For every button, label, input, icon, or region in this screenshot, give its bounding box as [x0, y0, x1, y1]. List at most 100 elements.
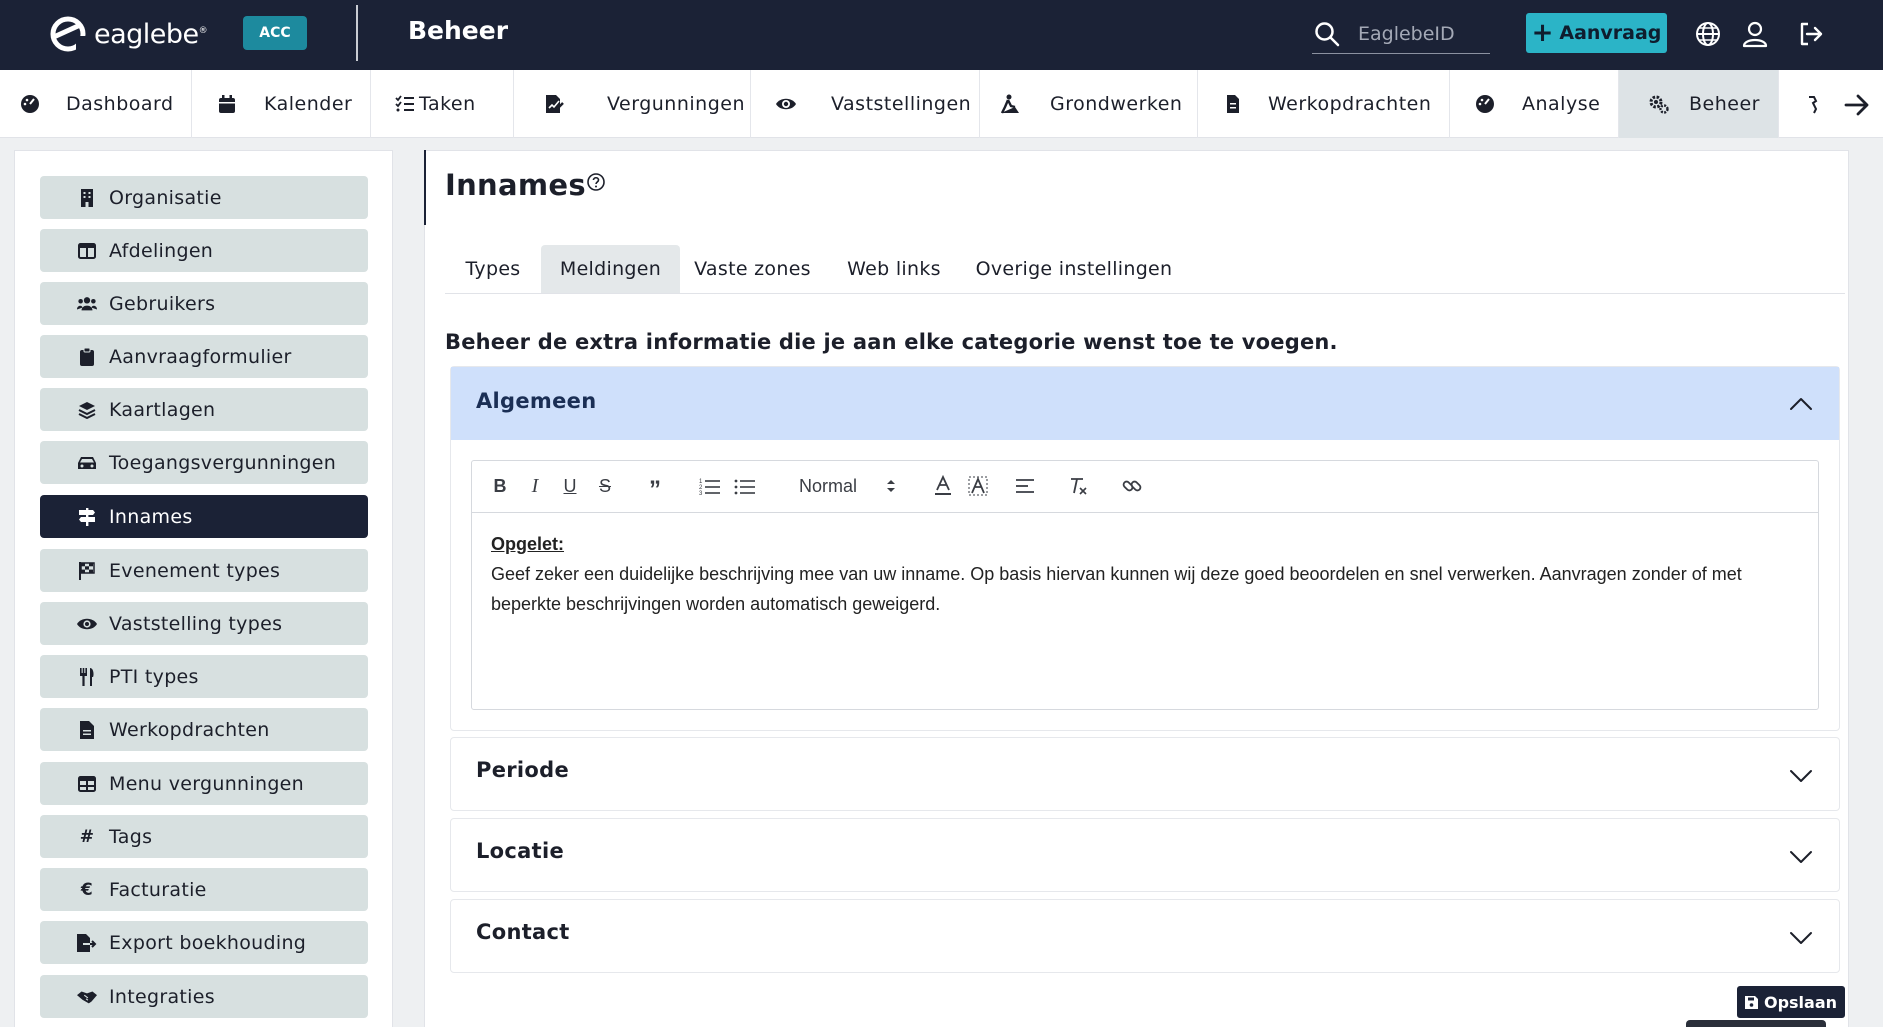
nav-vaststellingen[interactable]: Vaststellingen: [751, 70, 980, 138]
tab-overige-instellingen[interactable]: Overige instellingen: [963, 245, 1185, 293]
sidebar-item-innames[interactable]: Innames: [40, 495, 368, 538]
nav-label: Taken: [419, 93, 476, 115]
sidebar-item-kaartlagen[interactable]: Kaartlagen: [40, 388, 368, 431]
columns-icon: [77, 241, 97, 261]
nav-analyse[interactable]: Analyse: [1450, 70, 1619, 138]
globe-icon[interactable]: [1694, 20, 1722, 48]
sidebar-item-label: Vaststelling types: [109, 612, 283, 635]
eye-icon: [776, 98, 796, 110]
format-select-value: Normal: [799, 475, 858, 496]
handshake-icon: [77, 987, 97, 1007]
sidebar-item-tags[interactable]: # Tags: [40, 815, 368, 858]
environment-badge: ACC: [243, 16, 307, 50]
nav-vergunningen[interactable]: Vergunningen: [514, 70, 751, 138]
search-input[interactable]: EaglebeID: [1312, 14, 1490, 54]
clear-format-button[interactable]: [1065, 473, 1091, 499]
building-icon: [77, 188, 97, 208]
help-icon[interactable]: [586, 172, 606, 192]
sidebar-item-pti-types[interactable]: PTI types: [40, 655, 368, 698]
sidebar-item-label: Menu vergunningen: [109, 772, 305, 795]
accordion-title: Contact: [476, 920, 570, 944]
select-arrows-icon: [887, 480, 895, 492]
sidebar-item-gebruikers[interactable]: Gebruikers: [40, 282, 368, 325]
bullet-list-icon: [734, 479, 755, 495]
background-color-button[interactable]: [965, 473, 991, 499]
link-button[interactable]: [1119, 473, 1145, 499]
underline-button[interactable]: U: [557, 473, 583, 499]
sidebar-item-werkopdrachten[interactable]: Werkopdrachten: [40, 708, 368, 751]
sidebar-item-organisatie[interactable]: Organisatie: [40, 176, 368, 219]
nav-overflow[interactable]: [1779, 70, 1883, 138]
table-icon: [77, 774, 97, 794]
gauge-icon: [1476, 95, 1494, 113]
sidebar-item-label: Afdelingen: [109, 239, 214, 262]
clear-format-icon: [1071, 478, 1087, 495]
floating-element-edge: [1686, 1020, 1826, 1027]
italic-button[interactable]: I: [522, 473, 548, 499]
new-request-button[interactable]: + Aanvraag: [1526, 13, 1667, 53]
nav-werkopdrachten[interactable]: Werkopdrachten: [1198, 70, 1450, 138]
format-select[interactable]: Normal: [787, 473, 897, 499]
text-color-icon: [935, 475, 951, 495]
file-icon: [77, 720, 97, 740]
bullet-list-button[interactable]: [732, 473, 758, 499]
arrow-right-icon[interactable]: [1843, 92, 1871, 118]
tab-types[interactable]: Types: [445, 245, 541, 293]
tab-vaste-zones[interactable]: Vaste zones: [680, 245, 825, 293]
sidebar-item-afdelingen[interactable]: Afdelingen: [40, 229, 368, 272]
sidebar-item-label: Evenement types: [109, 559, 281, 582]
text-color-button[interactable]: [930, 473, 956, 499]
align-button[interactable]: [1012, 473, 1038, 499]
dashboard-icon: [21, 95, 39, 113]
nav-beheer[interactable]: Beheer: [1619, 70, 1779, 138]
sidebar-item-vaststelling-types[interactable]: Vaststelling types: [40, 602, 368, 645]
accordion-header[interactable]: Periode: [451, 738, 1839, 812]
accordion-header[interactable]: Contact: [451, 900, 1839, 974]
nav-dashboard[interactable]: Dashboard: [0, 70, 192, 138]
user-icon[interactable]: [1741, 20, 1769, 48]
signpost-icon: [77, 507, 97, 527]
sidebar-item-menu-vergunningen[interactable]: Menu vergunningen: [40, 762, 368, 805]
tab-meldingen[interactable]: Meldingen: [541, 245, 680, 293]
logout-icon[interactable]: [1797, 20, 1825, 48]
sidebar-item-evenement-types[interactable]: Evenement types: [40, 549, 368, 592]
accordion-locatie[interactable]: Locatie: [450, 818, 1840, 892]
nav-kalender[interactable]: Kalender: [192, 70, 371, 138]
tab-web-links[interactable]: Web links: [825, 245, 963, 293]
accordion-header[interactable]: Algemeen: [451, 367, 1839, 440]
sidebar-item-label: Facturatie: [109, 878, 207, 901]
eaglebe-logo[interactable]: eaglebe®: [48, 14, 208, 54]
eaglebe-logo-icon: [50, 16, 86, 54]
sidebar-item-label: Innames: [109, 505, 193, 528]
rich-text-editor: B I U S ” 123 Normal Opgelet: Geef zeker…: [471, 460, 1819, 710]
ordered-list-button[interactable]: 123: [697, 473, 723, 499]
search-placeholder: EaglebeID: [1358, 22, 1455, 45]
document-icon: [1227, 95, 1239, 113]
car-icon: [77, 453, 97, 473]
editor-toolbar: B I U S ” 123 Normal: [472, 461, 1818, 513]
bold-button[interactable]: B: [487, 473, 513, 499]
sidebar-item-aanvraagformulier[interactable]: Aanvraagformulier: [40, 335, 368, 378]
accordion-algemeen: Algemeen B I U S ” 123 Normal Opgelet: G…: [450, 366, 1840, 731]
nav-label: Werkopdrachten: [1268, 93, 1432, 115]
link-icon: [1122, 480, 1142, 492]
nav-label: Grondwerken: [1050, 93, 1183, 115]
sidebar-item-facturatie[interactable]: € Facturatie: [40, 868, 368, 911]
sidebar-item-label: Integraties: [109, 985, 215, 1008]
sidebar-item-toegangsvergunningen[interactable]: Toegangsvergunningen: [40, 441, 368, 484]
sidebar-item-integraties[interactable]: Integraties: [40, 975, 368, 1018]
nav-taken[interactable]: Taken: [371, 70, 514, 138]
nav-label: Vergunningen: [607, 93, 745, 115]
accordion-header[interactable]: Locatie: [451, 819, 1839, 893]
editor-content[interactable]: Opgelet: Geef zeker een duidelijke besch…: [491, 529, 1811, 619]
sidebar-item-label: Organisatie: [109, 186, 222, 209]
accordion-contact[interactable]: Contact: [450, 899, 1840, 973]
blockquote-button[interactable]: ”: [642, 473, 668, 502]
save-icon: [1744, 995, 1758, 1009]
nav-grondwerken[interactable]: Grondwerken: [980, 70, 1198, 138]
ordered-list-icon: 123: [699, 479, 720, 497]
sidebar-item-export-boekhouding[interactable]: Export boekhouding: [40, 921, 368, 964]
strikethrough-button[interactable]: S: [592, 473, 618, 499]
save-button[interactable]: Opslaan: [1737, 986, 1845, 1018]
accordion-periode[interactable]: Periode: [450, 737, 1840, 811]
